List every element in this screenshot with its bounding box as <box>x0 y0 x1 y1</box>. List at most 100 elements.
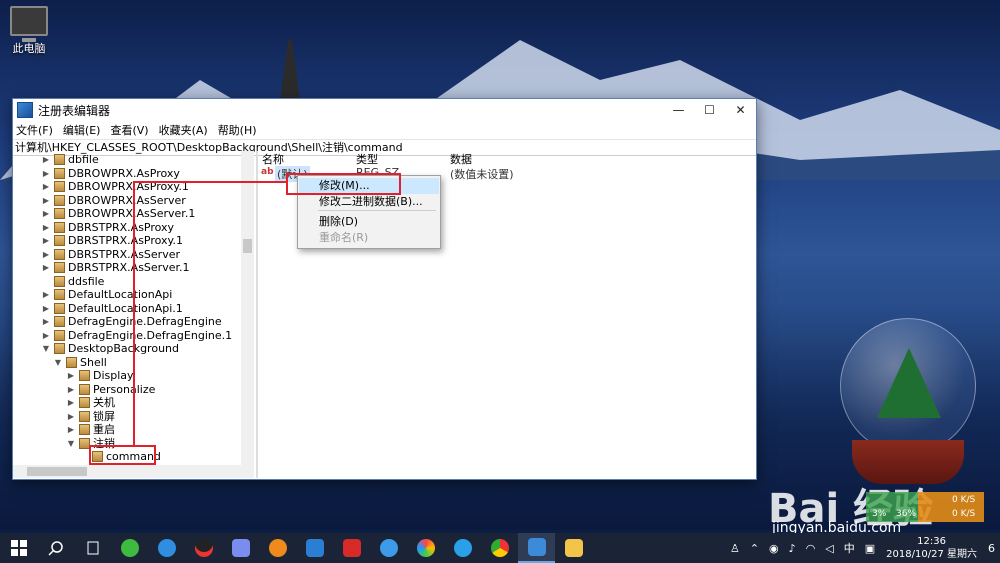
task-view-icon[interactable] <box>74 533 111 563</box>
tree-node[interactable]: ddsfile <box>41 275 104 288</box>
chevron-right-icon[interactable]: ▶ <box>41 315 51 328</box>
maximize-button[interactable]: ☐ <box>694 99 725 121</box>
column-header-type[interactable]: 类型 <box>356 151 378 167</box>
chevron-down-icon[interactable]: ▼ <box>66 437 76 450</box>
menu-favorites[interactable]: 收藏夹(A) <box>159 122 208 138</box>
keyboard-icon[interactable]: ▣ <box>860 542 880 555</box>
chevron-right-icon[interactable]: ▶ <box>66 396 76 409</box>
menu-help[interactable]: 帮助(H) <box>218 122 257 138</box>
menu-view[interactable]: 查看(V) <box>110 122 148 138</box>
tree-node[interactable]: ▶ DBROWPRX.AsServer.1 <box>41 207 195 220</box>
tree-vertical-scrollbar[interactable] <box>241 151 254 465</box>
chevron-right-icon[interactable]: ▶ <box>41 194 51 207</box>
menu-item-delete[interactable]: 删除(D) <box>299 214 439 230</box>
people-icon[interactable]: ♙ <box>725 542 745 555</box>
tree-node[interactable]: ▶ DefaultLocationApi.1 <box>41 302 183 315</box>
scroll-thumb[interactable] <box>27 467 87 476</box>
tray-app-icon[interactable]: ◉ <box>764 542 784 555</box>
chevron-right-icon[interactable]: ▶ <box>41 180 51 193</box>
folder-icon <box>79 370 90 381</box>
speaker-icon[interactable]: ◁ <box>820 542 838 555</box>
chevron-right-icon[interactable]: ▶ <box>41 167 51 180</box>
close-button[interactable]: ✕ <box>725 99 756 121</box>
search-icon[interactable] <box>37 533 74 563</box>
tree-node[interactable]: ▼ Shell <box>53 356 107 369</box>
folder-icon <box>54 343 65 354</box>
folder-icon <box>54 316 65 327</box>
chevron-right-icon[interactable]: ▶ <box>41 207 51 220</box>
network-meter-widget[interactable]: 3% 36% 0 K/S 0 K/S <box>866 492 984 522</box>
ime-indicator[interactable]: 中 <box>839 540 860 556</box>
tree-node[interactable]: ▶ DefaultLocationApi <box>41 288 172 301</box>
column-header-data[interactable]: 数据 <box>450 151 472 167</box>
tree-node[interactable]: ▶ DBRSTPRX.AsProxy <box>41 221 174 234</box>
folder-icon <box>54 154 65 165</box>
browser-orange-icon[interactable] <box>259 533 296 563</box>
scroll-thumb[interactable] <box>243 239 252 253</box>
wechat-icon[interactable] <box>111 533 148 563</box>
chevron-down-icon[interactable]: ▼ <box>41 342 51 355</box>
qq-lite-icon[interactable] <box>444 533 481 563</box>
tree-node[interactable]: ▶ 关机 <box>66 396 115 409</box>
volume-icon[interactable]: ♪ <box>784 542 801 555</box>
chevron-right-icon[interactable]: ▶ <box>41 288 51 301</box>
chevron-right-icon[interactable]: ▶ <box>41 234 51 247</box>
folder-icon <box>54 194 65 206</box>
menu-edit[interactable]: 编辑(E) <box>63 122 101 138</box>
chevron-right-icon[interactable]: ▶ <box>41 302 51 315</box>
column-header-name[interactable]: 名称 <box>262 151 284 167</box>
regedit-app-icon <box>17 102 33 118</box>
edge-icon[interactable] <box>370 533 407 563</box>
start-icon[interactable] <box>0 533 37 563</box>
pane-splitter[interactable] <box>256 151 258 478</box>
menu-file[interactable]: 文件(F) <box>16 122 53 138</box>
chevron-right-icon[interactable]: ▶ <box>66 423 76 436</box>
menu-item-modify-binary[interactable]: 修改二进制数据(B)... <box>299 194 439 210</box>
chevron-right-icon[interactable]: ▶ <box>41 329 51 342</box>
christmas-tree-icon <box>877 348 941 418</box>
folder-icon <box>79 424 90 435</box>
explorer-icon[interactable] <box>555 533 592 563</box>
desktop-icon-this-pc[interactable]: 此电脑 <box>4 4 54 56</box>
chevron-right-icon[interactable]: ▶ <box>66 369 76 382</box>
chevron-up-icon[interactable]: ⌃ <box>745 542 764 555</box>
wifi-icon[interactable]: ◠ <box>801 542 821 555</box>
tree-node[interactable]: ▶ 锁屏 <box>66 410 115 423</box>
chevron-down-icon[interactable]: ▼ <box>53 356 63 369</box>
feishu-icon[interactable] <box>222 533 259 563</box>
tree-horizontal-scrollbar[interactable] <box>13 465 254 478</box>
tree-node[interactable]: ▶ DefragEngine.DefragEngine <box>41 315 222 328</box>
annotation-box-modify <box>286 173 401 195</box>
chevron-right-icon[interactable]: ▶ <box>41 153 51 166</box>
chrome-icon[interactable] <box>481 533 518 563</box>
tree-node[interactable]: ▶ dbfile <box>41 153 99 166</box>
qq-icon[interactable] <box>185 533 222 563</box>
tree-node[interactable]: ▶ 重启 <box>66 423 115 436</box>
tree-node-label: DefaultLocationApi.1 <box>68 301 183 315</box>
regedit-icon[interactable] <box>518 533 555 563</box>
chevron-right-icon[interactable]: ▶ <box>66 410 76 423</box>
tree-node[interactable]: ▶ Display <box>66 369 134 382</box>
chevron-right-icon[interactable]: ▶ <box>41 261 51 274</box>
tree-node[interactable]: ▼ DesktopBackground <box>41 342 179 355</box>
title-bar[interactable]: 注册表编辑器 — ☐ ✕ <box>13 99 756 121</box>
notification-icon[interactable]: 6 <box>983 542 1000 555</box>
app-blue-icon[interactable] <box>296 533 333 563</box>
k-app-icon[interactable] <box>148 533 185 563</box>
tree-node[interactable]: ▶ DBROWPRX.AsProxy <box>41 167 180 180</box>
tree-node[interactable]: ▶ DBROWPRX.AsServer <box>41 194 186 207</box>
tree-node[interactable]: ▶ DBRSTPRX.AsServer <box>41 248 180 261</box>
tree-node[interactable]: ▶ DefragEngine.DefragEngine.1 <box>41 329 232 342</box>
photos-icon[interactable] <box>407 533 444 563</box>
chevron-right-icon[interactable]: ▶ <box>66 383 76 396</box>
chevron-right-icon[interactable]: ▶ <box>41 248 51 261</box>
value-data: (数值未设置) <box>450 168 514 181</box>
tree-node-label: 关机 <box>93 396 115 409</box>
it-icon[interactable] <box>333 533 370 563</box>
clock[interactable]: 12:36 2018/10/27 星期六 <box>880 535 983 561</box>
tree-node[interactable]: ▶ DBRSTPRX.AsProxy.1 <box>41 234 183 247</box>
minimize-button[interactable]: — <box>663 99 694 121</box>
tree-node[interactable]: ▶ Personalize <box>66 383 155 396</box>
tree-node[interactable]: ▶ DBRSTPRX.AsServer.1 <box>41 261 190 274</box>
chevron-right-icon[interactable]: ▶ <box>41 221 51 234</box>
